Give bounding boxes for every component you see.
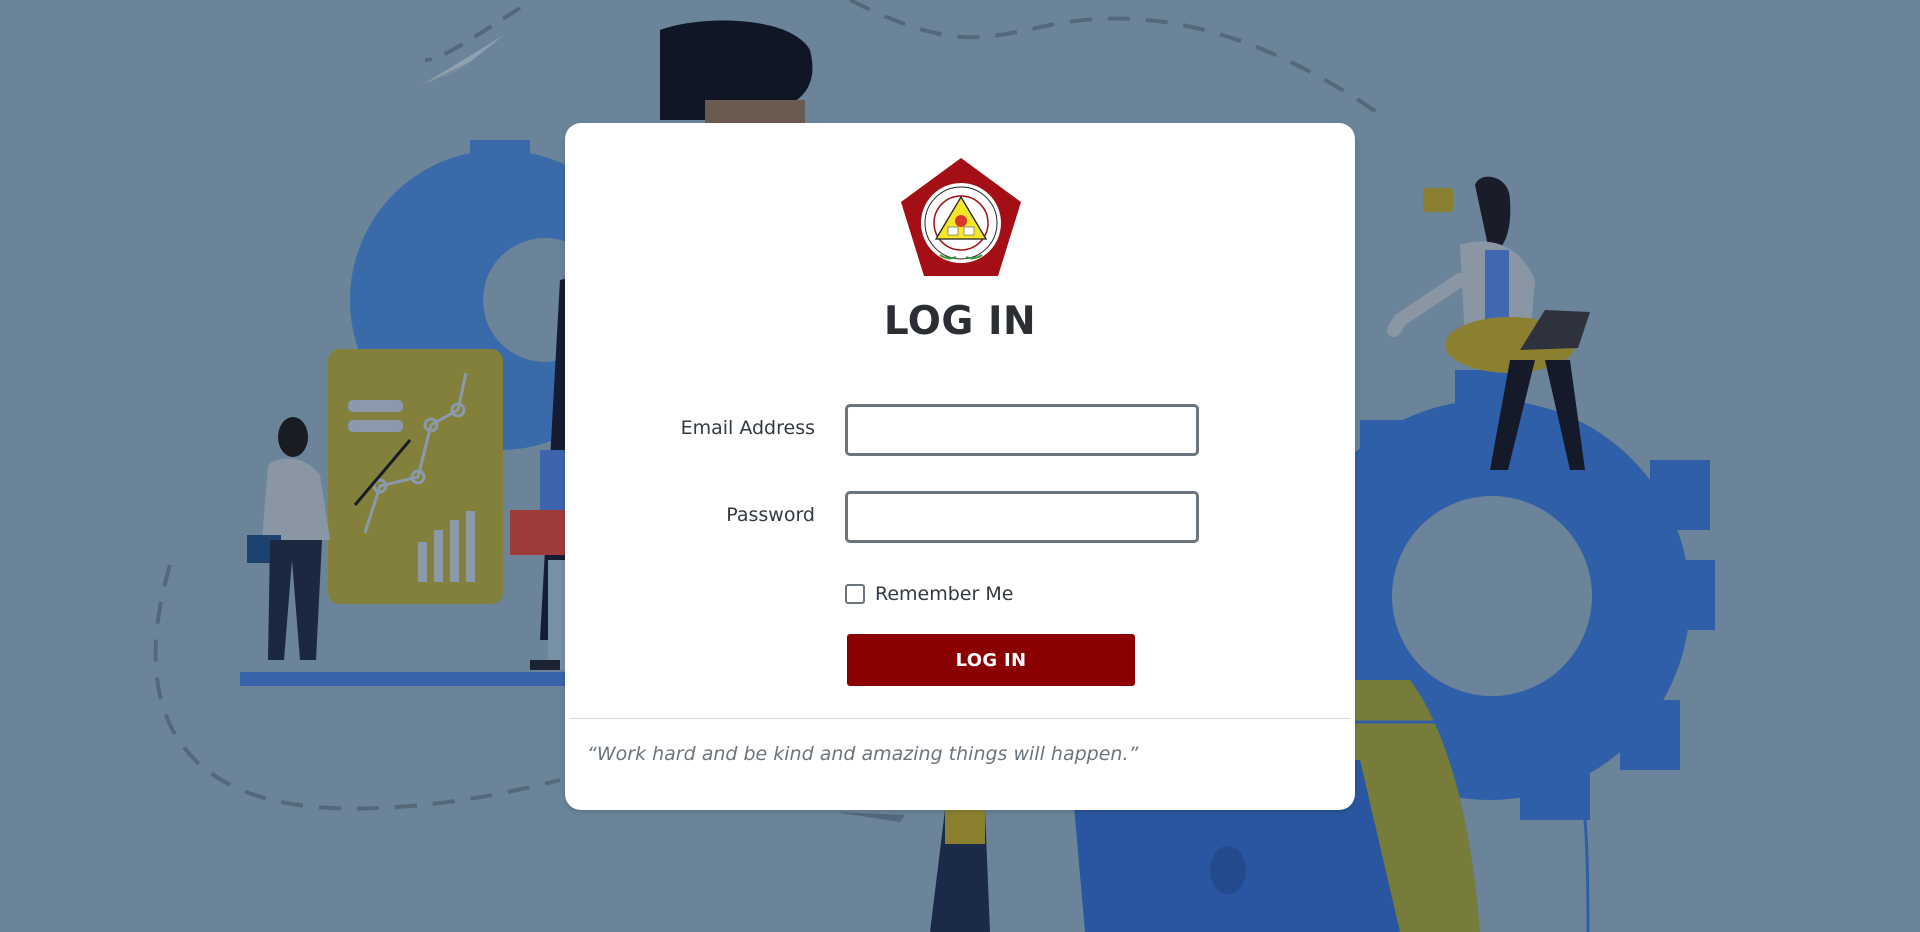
remember-me-label[interactable]: Remember Me [875, 583, 1013, 605]
remember-me-checkbox[interactable] [845, 584, 865, 604]
remember-me-row: Remember Me [845, 583, 1013, 605]
password-field[interactable] [845, 491, 1199, 543]
password-label: Password [726, 504, 815, 526]
page-title: LOG IN [883, 299, 1037, 344]
login-card: LOG IN Email Address Password Remember M… [565, 123, 1355, 810]
email-field[interactable] [845, 404, 1199, 456]
email-label: Email Address [680, 417, 815, 439]
college-seal-logo [901, 158, 1021, 276]
card-divider [570, 718, 1350, 719]
login-button[interactable]: LOG IN [847, 634, 1135, 686]
footer-quote: “Work hard and be kind and amazing thing… [587, 743, 1139, 765]
